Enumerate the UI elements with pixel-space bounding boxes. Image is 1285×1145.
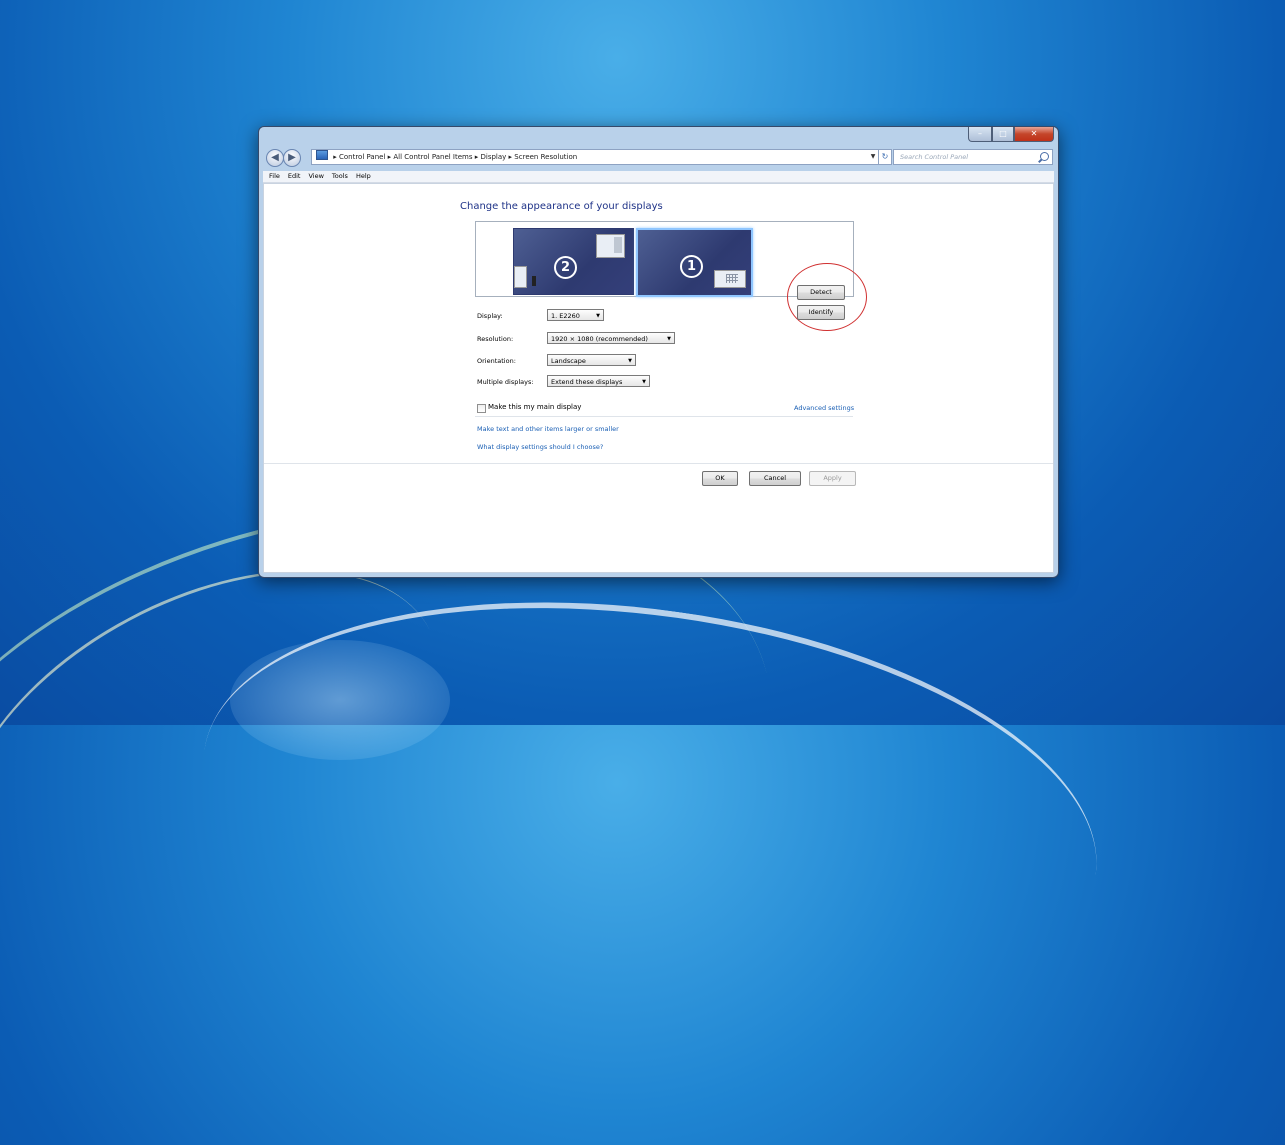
menu-bar: File Edit View Tools Help	[263, 171, 1054, 183]
advanced-settings-link[interactable]: Advanced settings	[794, 404, 854, 412]
cancel-button[interactable]: Cancel	[749, 471, 801, 486]
resolution-select-value: 1920 × 1080 (recommended)	[551, 335, 648, 343]
monitor-keyboard-glyph	[714, 270, 746, 288]
main-display-label[interactable]: Make this my main display	[488, 403, 581, 411]
display-select[interactable]: 1. E2260 ▼	[547, 309, 604, 321]
main-display-checkbox[interactable]	[477, 404, 486, 413]
keypad-icon	[726, 274, 738, 283]
monitor-1-tile[interactable]: 1	[636, 228, 753, 297]
menu-edit[interactable]: Edit	[284, 171, 305, 182]
ok-button[interactable]: OK	[702, 471, 738, 486]
dropdown-arrow-icon: ▼	[642, 379, 646, 385]
address-bar[interactable]: ▸ Control Panel ▸ All Control Panel Item…	[311, 149, 879, 165]
menu-file[interactable]: File	[263, 171, 284, 182]
orientation-select[interactable]: Landscape ▼	[547, 354, 636, 366]
detect-button[interactable]: Detect	[797, 285, 845, 300]
orientation-select-value: Landscape	[551, 357, 586, 365]
breadcrumb-control-panel[interactable]: Control Panel	[339, 153, 385, 161]
menu-tools[interactable]: Tools	[328, 171, 352, 182]
breadcrumb-all-items[interactable]: All Control Panel Items	[393, 153, 472, 161]
close-icon[interactable]: ✕	[1014, 127, 1054, 142]
minimize-icon[interactable]: –	[968, 127, 992, 142]
search-box[interactable]: Search Control Panel	[893, 149, 1053, 165]
monitor-desk-glyph	[514, 266, 527, 288]
forward-arrow-icon[interactable]: ▶	[283, 149, 301, 167]
dropdown-arrow-icon: ▼	[596, 313, 600, 319]
resolution-select[interactable]: 1920 × 1080 (recommended) ▼	[547, 332, 675, 344]
monitor-number-2: 2	[554, 256, 577, 279]
dropdown-arrow-icon: ▼	[667, 336, 671, 342]
multiple-displays-label: Multiple displays:	[477, 378, 534, 386]
menu-help[interactable]: Help	[352, 171, 375, 182]
divider	[264, 463, 1053, 464]
content-area: Change the appearance of your displays 2…	[263, 183, 1054, 573]
monitor-window-glyph	[596, 234, 625, 258]
breadcrumb-screen-resolution[interactable]: Screen Resolution	[514, 153, 577, 161]
address-dropdown-icon[interactable]: ▼	[868, 150, 878, 164]
page-title: Change the appearance of your displays	[460, 201, 663, 212]
monitor-2-tile[interactable]: 2	[513, 228, 634, 295]
monitor-number-1: 1	[680, 255, 703, 278]
control-panel-icon	[316, 150, 328, 160]
display-select-value: 1. E2260	[551, 312, 580, 320]
navigation-bar: ◀ ▶ ▸ Control Panel ▸ All Control Panel …	[263, 146, 1054, 168]
menu-view[interactable]: View	[304, 171, 327, 182]
search-placeholder: Search Control Panel	[900, 153, 969, 161]
text-size-link[interactable]: Make text and other items larger or smal…	[477, 425, 619, 433]
display-settings-help-link[interactable]: What display settings should I choose?	[477, 443, 603, 451]
breadcrumb-display[interactable]: Display	[481, 153, 507, 161]
display-label: Display:	[477, 312, 503, 320]
refresh-icon[interactable]: ↻	[878, 149, 892, 165]
screen-resolution-window: – □ ✕ ◀ ▶ ▸ Control Panel ▸ All Control …	[258, 126, 1059, 578]
apply-button[interactable]: Apply	[809, 471, 856, 486]
desktop-glow	[230, 640, 450, 760]
multiple-displays-select[interactable]: Extend these displays ▼	[547, 375, 650, 387]
identify-button[interactable]: Identify	[797, 305, 845, 320]
orientation-label: Orientation:	[477, 357, 516, 365]
caption-buttons: – □ ✕	[968, 127, 1054, 142]
dropdown-arrow-icon: ▼	[628, 358, 632, 364]
resolution-label: Resolution:	[477, 335, 514, 343]
maximize-icon[interactable]: □	[992, 127, 1014, 142]
monitor-tower-glyph	[532, 276, 536, 286]
back-arrow-icon[interactable]: ◀	[266, 149, 284, 167]
search-icon[interactable]	[1040, 152, 1049, 161]
multiple-displays-select-value: Extend these displays	[551, 378, 623, 386]
wallpaper-swoosh	[176, 549, 1124, 1077]
divider	[475, 416, 853, 417]
